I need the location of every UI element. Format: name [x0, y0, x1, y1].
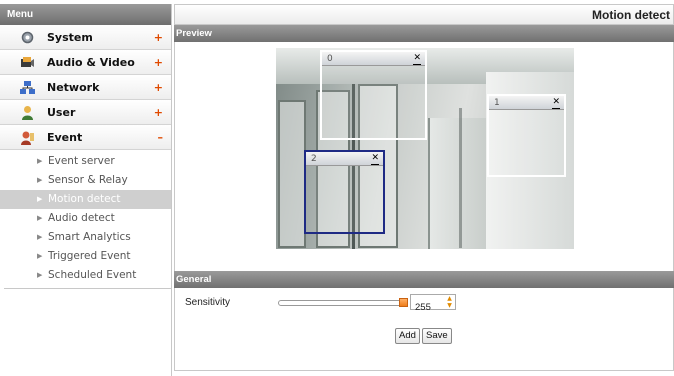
arrow-right-icon: ▶: [37, 157, 43, 165]
motion-window-titlebar[interactable]: 2 ✕: [306, 152, 383, 166]
network-icon: [20, 80, 35, 95]
submenu-item-label: Smart Analytics: [48, 231, 131, 243]
submenu-item-label: Audio detect: [48, 212, 115, 224]
sidebar-item-label: Network: [47, 80, 100, 94]
event-icon: [20, 130, 35, 145]
camera-icon: [20, 55, 35, 70]
motion-window-2[interactable]: 2 ✕: [304, 150, 385, 234]
submenu-item-label: Sensor & Relay: [48, 174, 128, 186]
main-panel: Motion detect Preview 0 ✕ 1 ✕ 2 ✕ Genera…: [174, 4, 674, 376]
submenu-item-event-server[interactable]: ▶ Event server: [0, 152, 171, 171]
expand-icon[interactable]: +: [154, 56, 163, 69]
arrow-right-icon: ▶: [37, 214, 43, 222]
arrow-right-icon: ▶: [37, 176, 43, 184]
stepper-down-icon[interactable]: ▼: [444, 302, 455, 309]
sidebar-item-event[interactable]: Event –: [0, 125, 171, 150]
close-icon[interactable]: ✕: [371, 153, 379, 165]
sensitivity-slider-track[interactable]: [278, 300, 404, 306]
expand-icon[interactable]: +: [154, 106, 163, 119]
save-button[interactable]: Save: [422, 328, 452, 344]
event-submenu: ▶ Event server ▶ Sensor & Relay ▶ Motion de…: [0, 150, 171, 285]
motion-window-titlebar[interactable]: 1 ✕: [489, 96, 564, 110]
sensitivity-input[interactable]: [411, 300, 443, 315]
preview-section-header: Preview: [174, 25, 674, 42]
add-button[interactable]: Add: [395, 328, 420, 344]
arrow-right-icon: ▶: [37, 195, 43, 203]
motion-window-number: 0: [327, 54, 333, 64]
motion-window-1[interactable]: 1 ✕: [487, 94, 566, 177]
expand-icon[interactable]: +: [154, 81, 163, 94]
motion-window-body[interactable]: [322, 66, 425, 138]
submenu-item-triggered-event[interactable]: ▶ Triggered Event: [0, 247, 171, 266]
sidebar-divider: [4, 288, 171, 289]
submenu-item-sensor-relay[interactable]: ▶ Sensor & Relay: [0, 171, 171, 190]
app-root: Menu System + Audio & Video + Network +: [0, 0, 674, 376]
submenu-item-label: Scheduled Event: [48, 269, 137, 281]
user-icon: [20, 105, 35, 120]
close-icon[interactable]: ✕: [413, 53, 421, 65]
menu-header: Menu: [0, 4, 171, 25]
submenu-item-scheduled-event[interactable]: ▶ Scheduled Event: [0, 266, 171, 285]
motion-window-body[interactable]: [306, 166, 383, 232]
arrow-right-icon: ▶: [37, 233, 43, 241]
sensitivity-slider-handle[interactable]: [399, 298, 408, 307]
general-section-header: General: [174, 271, 674, 288]
stepper-up-icon[interactable]: ▲: [444, 295, 455, 302]
sidebar-item-user[interactable]: User +: [0, 100, 171, 125]
arrow-right-icon: ▶: [37, 271, 43, 279]
close-icon[interactable]: ✕: [552, 97, 560, 109]
arrow-right-icon: ▶: [37, 252, 43, 260]
submenu-item-smart-analytics[interactable]: ▶ Smart Analytics: [0, 228, 171, 247]
collapse-icon[interactable]: –: [158, 131, 164, 144]
sensitivity-label: Sensitivity: [185, 297, 231, 308]
submenu-item-label: Motion detect: [48, 193, 121, 205]
expand-icon[interactable]: +: [154, 31, 163, 44]
preview-area: 0 ✕ 1 ✕ 2 ✕: [174, 42, 674, 271]
submenu-item-motion-detect[interactable]: ▶ Motion detect: [0, 190, 171, 209]
sidebar-item-label: User: [47, 105, 76, 119]
camera-door: [278, 100, 306, 248]
sidebar-item-audio-video[interactable]: Audio & Video +: [0, 50, 171, 75]
sidebar: Menu System + Audio & Video + Network +: [0, 4, 172, 376]
stepper-buttons[interactable]: ▲ ▼: [444, 295, 455, 309]
sidebar-item-label: Event: [47, 130, 83, 144]
camera-pillar: [459, 108, 462, 248]
motion-window-number: 1: [494, 98, 500, 108]
page-title: Motion detect: [174, 4, 674, 25]
sidebar-item-system[interactable]: System +: [0, 25, 171, 50]
submenu-item-audio-detect[interactable]: ▶ Audio detect: [0, 209, 171, 228]
motion-window-number: 2: [311, 154, 317, 164]
gear-icon: [20, 30, 35, 45]
sidebar-item-label: Audio & Video: [47, 55, 135, 69]
submenu-item-label: Event server: [48, 155, 115, 167]
sidebar-item-label: System: [47, 30, 93, 44]
sidebar-item-network[interactable]: Network +: [0, 75, 171, 100]
motion-window-body[interactable]: [489, 110, 564, 175]
motion-window-0[interactable]: 0 ✕: [320, 50, 427, 140]
general-area: Sensitivity ▲ ▼ Add Save: [174, 288, 674, 371]
submenu-item-label: Triggered Event: [48, 250, 131, 262]
motion-window-titlebar[interactable]: 0 ✕: [322, 52, 425, 66]
sensitivity-stepper[interactable]: ▲ ▼: [410, 294, 456, 315]
camera-cabinet: [428, 118, 486, 249]
